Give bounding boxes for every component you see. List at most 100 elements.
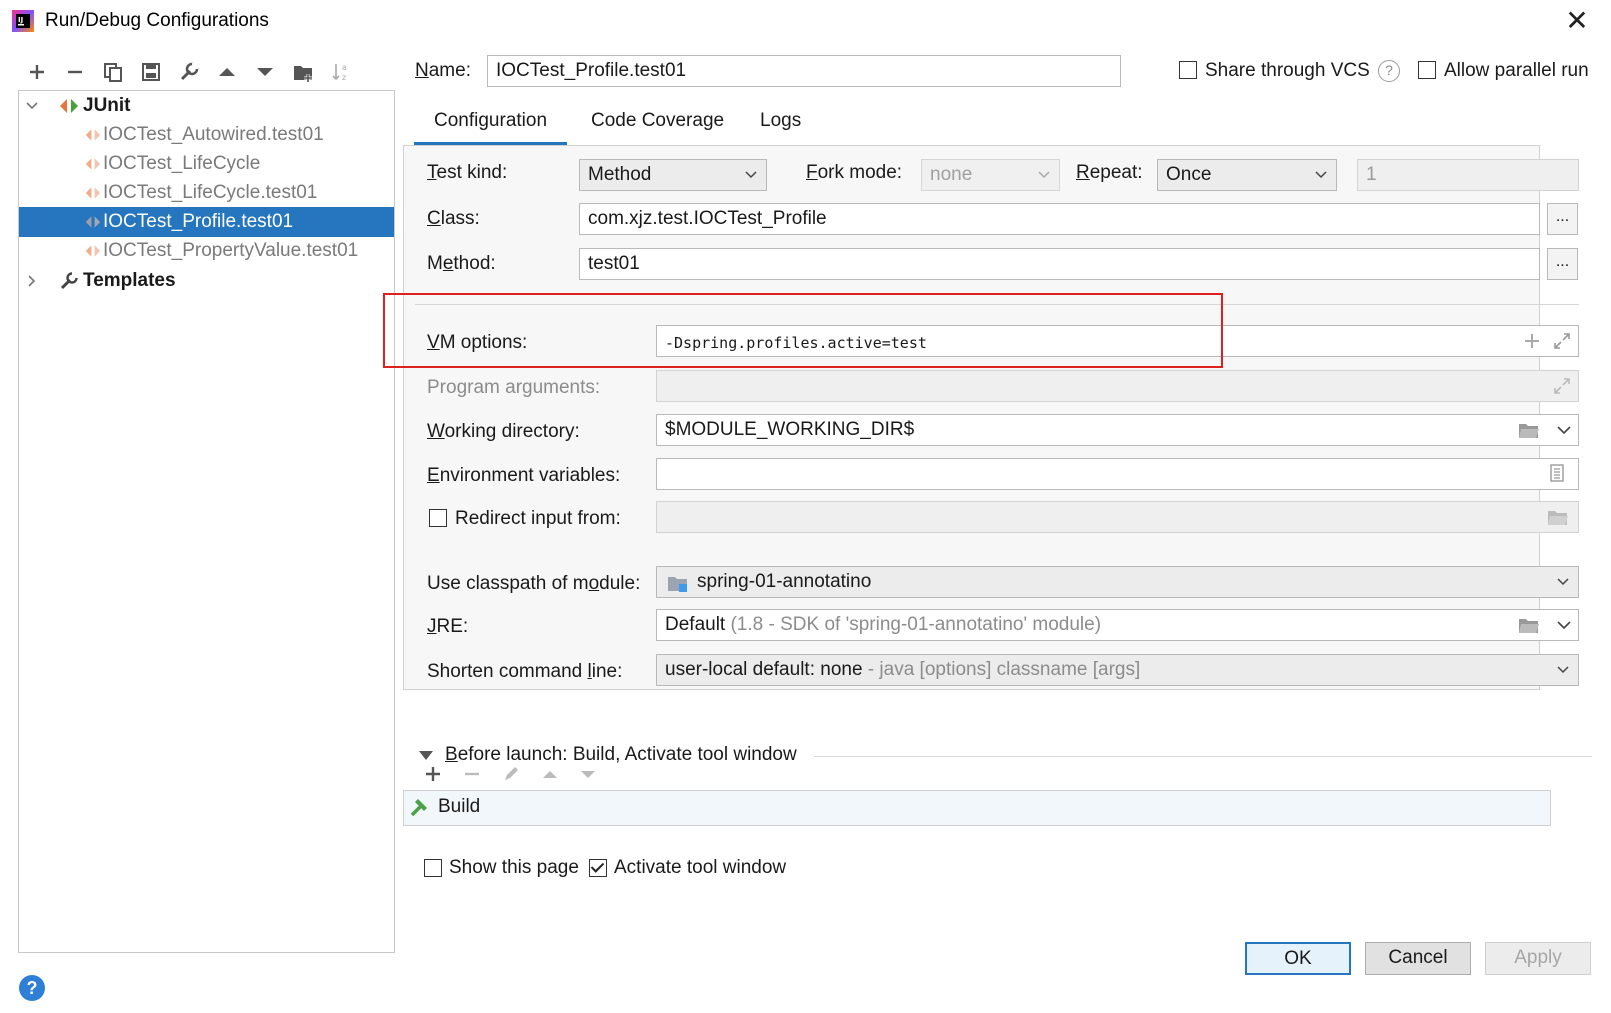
activate-tool-window-label: Activate tool window xyxy=(614,857,787,878)
classpath-value: spring-01-annotatino xyxy=(697,571,872,592)
allow-parallel-checkbox[interactable] xyxy=(1418,61,1436,79)
working-directory-label: Working directory: xyxy=(427,421,580,442)
cancel-button[interactable]: Cancel xyxy=(1365,942,1471,975)
tree-item-templates[interactable]: Templates xyxy=(19,266,394,296)
jre-label: JRE: xyxy=(427,616,469,637)
ok-button[interactable]: OK xyxy=(1245,942,1351,975)
move-down-icon[interactable] xyxy=(251,58,279,86)
wrench-icon xyxy=(60,272,78,290)
repeat-count-field[interactable]: 1 xyxy=(1357,159,1579,191)
chevron-down-icon xyxy=(1038,171,1050,179)
edit-task-icon[interactable] xyxy=(499,762,523,786)
redirect-input-field[interactable] xyxy=(656,501,1579,533)
show-page-label: Show this page xyxy=(449,857,579,878)
folder-icon[interactable] xyxy=(1547,507,1569,527)
program-arguments-label: Program arguments: xyxy=(427,377,601,398)
help-question-icon[interactable]: ? xyxy=(1378,60,1400,82)
method-field[interactable]: test01 xyxy=(579,248,1540,280)
chevron-down-icon[interactable] xyxy=(25,99,39,113)
shorten-command-select[interactable]: user-local default: none - java [options… xyxy=(656,654,1579,686)
activate-tool-window-checkbox[interactable] xyxy=(589,859,607,877)
help-icon[interactable]: ? xyxy=(19,975,45,1001)
chevron-down-icon[interactable] xyxy=(1554,420,1574,440)
fork-mode-value: none xyxy=(930,164,973,185)
apply-button[interactable]: Apply xyxy=(1485,942,1591,975)
collapse-triangle-icon[interactable] xyxy=(418,748,434,762)
class-browse-button[interactable]: ... xyxy=(1547,203,1578,235)
copy-icon[interactable] xyxy=(99,58,127,86)
method-browse-button[interactable]: ... xyxy=(1547,248,1578,280)
repeat-label: Repeat: xyxy=(1076,162,1143,183)
tree-label-templates: Templates xyxy=(83,270,176,291)
show-page-checkbox[interactable] xyxy=(424,859,442,877)
test-config-icon xyxy=(85,216,101,228)
share-vcs-label: Share through VCS xyxy=(1205,60,1370,81)
sort-icon[interactable]: az xyxy=(327,58,355,86)
move-task-up-icon[interactable] xyxy=(538,762,562,786)
redirect-input-checkbox[interactable] xyxy=(429,509,447,527)
repeat-select[interactable]: Once xyxy=(1157,159,1337,191)
tab-configuration[interactable]: Configuration xyxy=(414,108,568,146)
shorten-command-value: user-local default: none xyxy=(665,659,863,680)
wrench-icon[interactable] xyxy=(175,58,203,86)
hammer-icon xyxy=(410,799,427,817)
move-task-down-icon[interactable] xyxy=(576,762,600,786)
tree-item[interactable]: IOCTest_LifeCycle xyxy=(19,149,394,179)
shorten-command-label: Shorten command line: xyxy=(427,661,623,682)
environment-variables-field[interactable] xyxy=(656,458,1579,490)
chevron-down-icon xyxy=(1315,171,1327,179)
tab-code-coverage[interactable]: Code Coverage xyxy=(571,108,744,146)
before-launch-title: Before launch: Build, Activate tool wind… xyxy=(445,744,797,765)
document-icon[interactable] xyxy=(1547,463,1567,483)
shorten-command-hint: - java [options] classname [args] xyxy=(867,659,1141,680)
chevron-down-icon xyxy=(1557,666,1569,674)
close-icon[interactable]: ✕ xyxy=(1562,6,1592,36)
fork-mode-select[interactable]: none xyxy=(921,159,1060,191)
tree-item-junit[interactable]: JUnit xyxy=(19,91,394,121)
add-icon[interactable] xyxy=(23,58,51,86)
move-up-icon[interactable] xyxy=(213,58,241,86)
chevron-right-icon[interactable] xyxy=(25,274,39,288)
chevron-down-icon xyxy=(745,171,757,179)
environment-variables-label: Environment variables: xyxy=(427,465,621,486)
tab-logs[interactable]: Logs xyxy=(740,108,821,146)
tree-item[interactable]: IOCTest_LifeCycle.test01 xyxy=(19,178,394,208)
repeat-value: Once xyxy=(1166,164,1212,185)
svg-text:z: z xyxy=(342,73,346,82)
add-icon[interactable] xyxy=(1522,331,1542,351)
jre-field[interactable]: Default (1.8 - SDK of 'spring-01-annotat… xyxy=(656,609,1579,641)
tree-item[interactable]: IOCTest_Autowired.test01 xyxy=(19,120,394,150)
tree-item-selected[interactable]: IOCTest_Profile.test01 xyxy=(19,207,394,237)
classpath-select[interactable]: spring-01-annotatino xyxy=(656,566,1579,598)
chevron-down-icon[interactable] xyxy=(1554,615,1574,635)
separator xyxy=(814,756,1592,757)
expand-icon[interactable] xyxy=(1552,376,1572,396)
folder-add-icon[interactable] xyxy=(289,58,317,86)
test-kind-label: Test kind: xyxy=(427,162,508,183)
remove-icon[interactable] xyxy=(61,58,89,86)
highlight-box xyxy=(383,293,1223,368)
window-title: Run/Debug Configurations xyxy=(45,10,269,31)
save-icon[interactable] xyxy=(137,58,165,86)
remove-task-icon[interactable] xyxy=(460,762,484,786)
program-arguments-field[interactable] xyxy=(656,370,1579,402)
tree-label-junit: JUnit xyxy=(83,95,131,116)
list-item[interactable]: Build xyxy=(408,795,480,819)
name-field[interactable]: IOCTest_Profile.test01 xyxy=(487,55,1121,87)
tree-item[interactable]: IOCTest_PropertyValue.test01 xyxy=(19,236,394,266)
folder-icon[interactable] xyxy=(1518,420,1540,440)
test-kind-value: Method xyxy=(588,164,652,185)
method-label: Method: xyxy=(427,253,496,274)
build-label: Build xyxy=(438,796,481,817)
working-directory-field[interactable]: $MODULE_WORKING_DIR$ xyxy=(656,414,1579,446)
module-folder-icon xyxy=(668,577,687,592)
test-kind-select[interactable]: Method xyxy=(579,159,767,191)
share-vcs-checkbox[interactable] xyxy=(1179,61,1197,79)
test-config-icon xyxy=(85,187,101,199)
add-task-icon[interactable] xyxy=(421,762,445,786)
folder-icon[interactable] xyxy=(1518,615,1540,635)
test-config-icon xyxy=(85,129,101,141)
expand-icon[interactable] xyxy=(1552,331,1572,351)
class-label: Class: xyxy=(427,208,480,229)
class-field[interactable]: com.xjz.test.IOCTest_Profile xyxy=(579,203,1540,235)
